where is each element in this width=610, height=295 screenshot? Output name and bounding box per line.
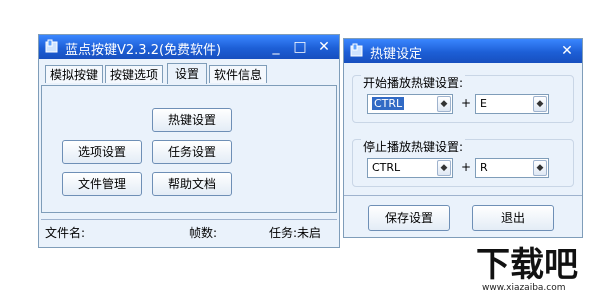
frames-label: 帧数: [189, 226, 218, 240]
dialog-title: 热键设定 [370, 47, 423, 62]
stop-modifier-select[interactable]: CTRL ◆ [367, 158, 453, 178]
hotkey-settings-button[interactable]: 热键设置 [152, 108, 232, 132]
chevron-down-icon: ◆ [533, 160, 547, 176]
minimize-button[interactable]: _ [267, 38, 285, 56]
tab-settings[interactable]: 设置 [167, 63, 207, 84]
main-window: 蓝点按键V2.3.2(免费软件) _ □ ✕ 模拟按键 按键选项 设置 软件信息… [38, 34, 340, 248]
dialog-icon [350, 43, 363, 57]
chevron-down-icon: ◆ [437, 96, 451, 112]
chevron-down-icon: ◆ [533, 96, 547, 112]
help-docs-button[interactable]: 帮助文档 [152, 172, 232, 196]
close-button[interactable]: ✕ [315, 38, 333, 56]
start-modifier-select[interactable]: CTRL ◆ [367, 94, 453, 114]
stop-key-value: R [480, 161, 488, 174]
hotkey-titlebar[interactable]: 热键设定 ✕ [344, 39, 582, 63]
option-settings-button[interactable]: 选项设置 [62, 140, 142, 164]
tab-software-info[interactable]: 软件信息 [209, 65, 267, 83]
dialog-divider [344, 195, 582, 196]
start-plus-label: + [461, 96, 472, 110]
stop-hotkey-label: 停止播放热键设置: [361, 138, 466, 155]
main-title: 蓝点按键V2.3.2(免费软件) [65, 43, 222, 58]
chevron-down-icon: ◆ [437, 160, 451, 176]
maximize-button[interactable]: □ [291, 38, 309, 56]
task-settings-button[interactable]: 任务设置 [152, 140, 232, 164]
status-bar: 文件名: 帧数: 任务:未启 [41, 219, 337, 246]
svg-text:www.xiazaiba.com: www.xiazaiba.com [482, 283, 566, 292]
settings-panel: 热键设置 选项设置 任务设置 文件管理 帮助文档 [41, 85, 337, 213]
tab-key-options[interactable]: 按键选项 [105, 65, 163, 83]
save-settings-button[interactable]: 保存设置 [368, 205, 450, 231]
hotkey-dialog: 热键设定 ✕ 开始播放热键设置: CTRL ◆ + E ◆ 停止播放热键设置: … [343, 38, 583, 238]
file-management-button[interactable]: 文件管理 [62, 172, 142, 196]
start-key-select[interactable]: E ◆ [475, 94, 549, 114]
exit-button[interactable]: 退出 [472, 205, 554, 231]
start-hotkey-label: 开始播放热键设置: [361, 74, 466, 91]
filename-label: 文件名: [45, 226, 86, 240]
start-modifier-value: CTRL [372, 97, 405, 110]
svg-text:下载吧: 下载吧 [476, 245, 578, 285]
stop-modifier-value: CTRL [372, 161, 401, 174]
start-key-value: E [480, 97, 487, 110]
watermark-logo: 下载吧 www.xiazaiba.com [474, 238, 608, 293]
dialog-close-button[interactable]: ✕ [558, 42, 576, 60]
stop-hotkey-group: 停止播放热键设置: CTRL ◆ + R ◆ [352, 138, 574, 187]
start-hotkey-group: 开始播放热键设置: CTRL ◆ + E ◆ [352, 74, 574, 123]
main-titlebar[interactable]: 蓝点按键V2.3.2(免费软件) _ □ ✕ [39, 35, 339, 59]
xiazaiba-logo: 下载吧 www.xiazaiba.com [476, 245, 578, 293]
task-status: 任务:未启 [269, 226, 322, 240]
stop-key-select[interactable]: R ◆ [475, 158, 549, 178]
tab-simulate-keys[interactable]: 模拟按键 [45, 65, 103, 83]
stop-plus-label: + [461, 160, 472, 174]
app-icon [45, 39, 58, 53]
